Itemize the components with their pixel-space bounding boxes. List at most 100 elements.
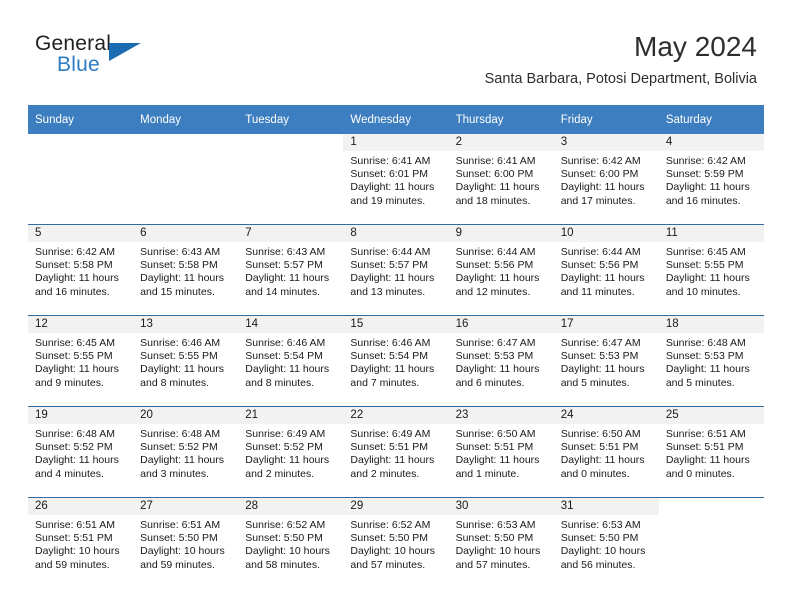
calendar-day[interactable]: 30 Sunrise: 6:53 AM Sunset: 5:50 PM Dayligh… [448,498,554,588]
calendar-day-cell[interactable]: 5 Sunrise: 6:42 AM Sunset: 5:58 PM Daylight… [28,224,134,316]
calendar-body: 1 Sunrise: 6:41 AM Sunset: 6:01 PM Daylight… [28,134,764,588]
calendar-day[interactable]: 1 Sunrise: 6:41 AM Sunset: 6:01 PM Daylight… [343,134,449,224]
calendar-day[interactable]: 16 Sunrise: 6:47 AM Sunset: 5:53 PM Dayligh… [448,316,554,406]
calendar-day[interactable]: 31 Sunrise: 6:53 AM Sunset: 5:50 PM Dayligh… [553,498,659,588]
title-block: May 2024 Santa Barbara, Potosi Departmen… [485,30,757,88]
day-number: 24 [553,407,659,424]
calendar-day[interactable]: 28 Sunrise: 6:52 AM Sunset: 5:50 PM Dayligh… [238,498,344,588]
sunrise-text: Sunrise: 6:41 AM [350,155,431,167]
calendar-day[interactable]: 17 Sunrise: 6:47 AM Sunset: 5:53 PM Dayligh… [553,316,659,406]
calendar-day[interactable]: 20 Sunrise: 6:48 AM Sunset: 5:52 PM Dayligh… [133,407,239,497]
day-details: Sunrise: 6:46 AM Sunset: 5:55 PM Daylight:… [133,333,238,390]
daylight-text-line1: Daylight: 10 hours [140,545,225,558]
calendar-day-cell[interactable]: 22 Sunrise: 6:49 AM Sunset: 5:51 PM Dayligh… [343,406,449,498]
calendar-day-cell[interactable]: 3 Sunrise: 6:42 AM Sunset: 6:00 PM Daylight… [553,134,659,225]
calendar-day[interactable]: 27 Sunrise: 6:51 AM Sunset: 5:50 PM Dayligh… [133,498,239,588]
daylight-text-line1: Daylight: 11 hours [455,363,540,376]
day-number: 22 [343,407,449,424]
calendar-day-cell[interactable]: 7 Sunrise: 6:43 AM Sunset: 5:57 PM Daylight… [238,224,344,316]
calendar-day-cell[interactable]: 30 Sunrise: 6:53 AM Sunset: 5:50 PM Dayligh… [448,497,554,588]
calendar-day-cell[interactable]: 17 Sunrise: 6:47 AM Sunset: 5:53 PM Dayligh… [553,315,659,407]
calendar-day-cell[interactable] [28,134,134,225]
calendar-day-cell[interactable]: 24 Sunrise: 6:50 AM Sunset: 5:51 PM Dayligh… [553,406,659,498]
daylight-text-line2: and 2 minutes. [245,467,315,480]
day-details: Sunrise: 6:45 AM Sunset: 5:55 PM Daylight:… [659,242,764,299]
day-number: 3 [553,134,659,151]
day-number: 4 [658,134,764,151]
sunset-text: Sunset: 5:58 PM [35,259,113,272]
sunrise-text: Sunrise: 6:44 AM [350,246,431,258]
calendar-day[interactable]: 9 Sunrise: 6:44 AM Sunset: 5:56 PM Daylight… [448,225,554,315]
calendar-day[interactable]: 13 Sunrise: 6:46 AM Sunset: 5:55 PM Dayligh… [133,316,239,406]
calendar-day[interactable]: 19 Sunrise: 6:48 AM Sunset: 5:52 PM Dayligh… [28,407,134,497]
calendar-day[interactable]: 29 Sunrise: 6:52 AM Sunset: 5:50 PM Dayligh… [343,498,449,588]
calendar-day-cell[interactable] [133,134,239,225]
weekday-header-wednesday: Wednesday [343,105,449,134]
calendar-day-cell[interactable]: 12 Sunrise: 6:45 AM Sunset: 5:55 PM Dayligh… [28,315,134,407]
calendar-day-cell[interactable]: 27 Sunrise: 6:51 AM Sunset: 5:50 PM Dayligh… [133,497,239,588]
calendar-day-cell[interactable]: 4 Sunrise: 6:42 AM Sunset: 5:59 PM Daylight… [658,134,764,225]
calendar-day[interactable]: 2 Sunrise: 6:41 AM Sunset: 6:00 PM Daylight… [448,134,554,224]
calendar-day-cell[interactable]: 25 Sunrise: 6:51 AM Sunset: 5:51 PM Dayligh… [658,406,764,498]
calendar-day[interactable]: 15 Sunrise: 6:46 AM Sunset: 5:54 PM Dayligh… [343,316,449,406]
daylight-text-line1: Daylight: 11 hours [140,454,224,467]
calendar-day-cell[interactable]: 21 Sunrise: 6:49 AM Sunset: 5:52 PM Dayligh… [238,406,344,498]
calendar-day-cell[interactable]: 9 Sunrise: 6:44 AM Sunset: 5:56 PM Daylight… [448,224,554,316]
calendar-day-cell[interactable]: 29 Sunrise: 6:52 AM Sunset: 5:50 PM Dayligh… [343,497,449,588]
daylight-text-line1: Daylight: 11 hours [245,272,330,285]
daylight-text-line2: and 6 minutes. [455,376,525,389]
day-number: 1 [343,134,449,151]
calendar-day[interactable]: 21 Sunrise: 6:49 AM Sunset: 5:52 PM Dayligh… [238,407,344,497]
calendar-day[interactable]: 23 Sunrise: 6:50 AM Sunset: 5:51 PM Dayligh… [448,407,554,497]
calendar-day-cell[interactable]: 11 Sunrise: 6:45 AM Sunset: 5:55 PM Dayligh… [658,224,764,316]
sunset-text: Sunset: 5:50 PM [455,532,534,545]
calendar-day-cell[interactable] [658,497,764,588]
sunset-text: Sunset: 5:52 PM [140,441,218,454]
calendar-day-cell[interactable]: 10 Sunrise: 6:44 AM Sunset: 5:56 PM Dayligh… [553,224,659,316]
calendar-day-cell[interactable]: 18 Sunrise: 6:48 AM Sunset: 5:53 PM Dayligh… [658,315,764,407]
calendar-day-cell[interactable]: 2 Sunrise: 6:41 AM Sunset: 6:00 PM Daylight… [448,134,554,225]
calendar-day-cell[interactable]: 13 Sunrise: 6:46 AM Sunset: 5:55 PM Dayligh… [133,315,239,407]
day-number: 31 [553,498,659,515]
calendar-day-cell[interactable]: 23 Sunrise: 6:50 AM Sunset: 5:51 PM Dayligh… [448,406,554,498]
calendar-day[interactable]: 26 Sunrise: 6:51 AM Sunset: 5:51 PM Dayligh… [28,498,134,588]
calendar-day[interactable]: 22 Sunrise: 6:49 AM Sunset: 5:51 PM Dayligh… [343,407,449,497]
calendar-day[interactable]: 12 Sunrise: 6:45 AM Sunset: 5:55 PM Dayligh… [28,316,134,406]
calendar-day-cell[interactable] [238,134,344,225]
calendar-day[interactable]: 14 Sunrise: 6:46 AM Sunset: 5:54 PM Dayligh… [238,316,344,406]
calendar-day[interactable]: 5 Sunrise: 6:42 AM Sunset: 5:58 PM Daylight… [28,225,134,315]
day-number: 13 [133,316,239,333]
calendar-day-cell[interactable]: 19 Sunrise: 6:48 AM Sunset: 5:52 PM Dayligh… [28,406,134,498]
calendar-day-cell[interactable]: 31 Sunrise: 6:53 AM Sunset: 5:50 PM Dayligh… [553,497,659,588]
calendar-day[interactable]: 6 Sunrise: 6:43 AM Sunset: 5:58 PM Daylight… [133,225,239,315]
calendar-day[interactable]: 7 Sunrise: 6:43 AM Sunset: 5:57 PM Daylight… [238,225,344,315]
sunrise-text: Sunrise: 6:42 AM [665,155,746,167]
calendar-day-cell[interactable]: 26 Sunrise: 6:51 AM Sunset: 5:51 PM Dayligh… [28,497,134,588]
calendar-day-cell[interactable]: 8 Sunrise: 6:44 AM Sunset: 5:57 PM Daylight… [343,224,449,316]
calendar-day[interactable]: 10 Sunrise: 6:44 AM Sunset: 5:56 PM Dayligh… [553,225,659,315]
calendar-day-cell[interactable]: 16 Sunrise: 6:47 AM Sunset: 5:53 PM Dayligh… [448,315,554,407]
day-details: Sunrise: 6:42 AM Sunset: 5:58 PM Daylight:… [28,242,133,299]
daylight-text-line2: and 4 minutes. [35,467,104,480]
day-details: Sunrise: 6:50 AM Sunset: 5:51 PM Daylight:… [449,424,554,481]
daylight-text-line2: and 5 minutes. [560,376,630,389]
calendar-day-cell[interactable]: 6 Sunrise: 6:43 AM Sunset: 5:58 PM Daylight… [133,224,239,316]
calendar-day-cell[interactable]: 28 Sunrise: 6:52 AM Sunset: 5:50 PM Dayligh… [238,497,344,588]
calendar-day[interactable]: 8 Sunrise: 6:44 AM Sunset: 5:57 PM Daylight… [343,225,449,315]
daylight-text-line1: Daylight: 10 hours [245,545,330,558]
calendar-day[interactable]: 3 Sunrise: 6:42 AM Sunset: 6:00 PM Daylight… [553,134,659,224]
calendar-header-row: Sunday Monday Tuesday Wednesday Thursday… [28,105,764,134]
calendar-day[interactable]: 11 Sunrise: 6:45 AM Sunset: 5:55 PM Dayligh… [658,225,764,315]
sunset-text: Sunset: 5:53 PM [560,350,639,363]
calendar-day[interactable]: 25 Sunrise: 6:51 AM Sunset: 5:51 PM Dayligh… [658,407,764,497]
calendar-day[interactable]: 18 Sunrise: 6:48 AM Sunset: 5:53 PM Dayligh… [658,316,764,406]
calendar-day-cell[interactable]: 15 Sunrise: 6:46 AM Sunset: 5:54 PM Dayligh… [343,315,449,407]
calendar-day[interactable]: 4 Sunrise: 6:42 AM Sunset: 5:59 PM Daylight… [658,134,764,224]
general-blue-logo[interactable]: General Blue [35,32,155,86]
calendar-day-cell[interactable]: 20 Sunrise: 6:48 AM Sunset: 5:52 PM Dayligh… [133,406,239,498]
calendar-day-cell[interactable]: 1 Sunrise: 6:41 AM Sunset: 6:01 PM Daylight… [343,134,449,225]
calendar-empty-cell [28,134,134,224]
daylight-text-line2: and 57 minutes. [455,558,531,571]
calendar-day-cell[interactable]: 14 Sunrise: 6:46 AM Sunset: 5:54 PM Dayligh… [238,315,344,407]
calendar-day[interactable]: 24 Sunrise: 6:50 AM Sunset: 5:51 PM Dayligh… [553,407,659,497]
